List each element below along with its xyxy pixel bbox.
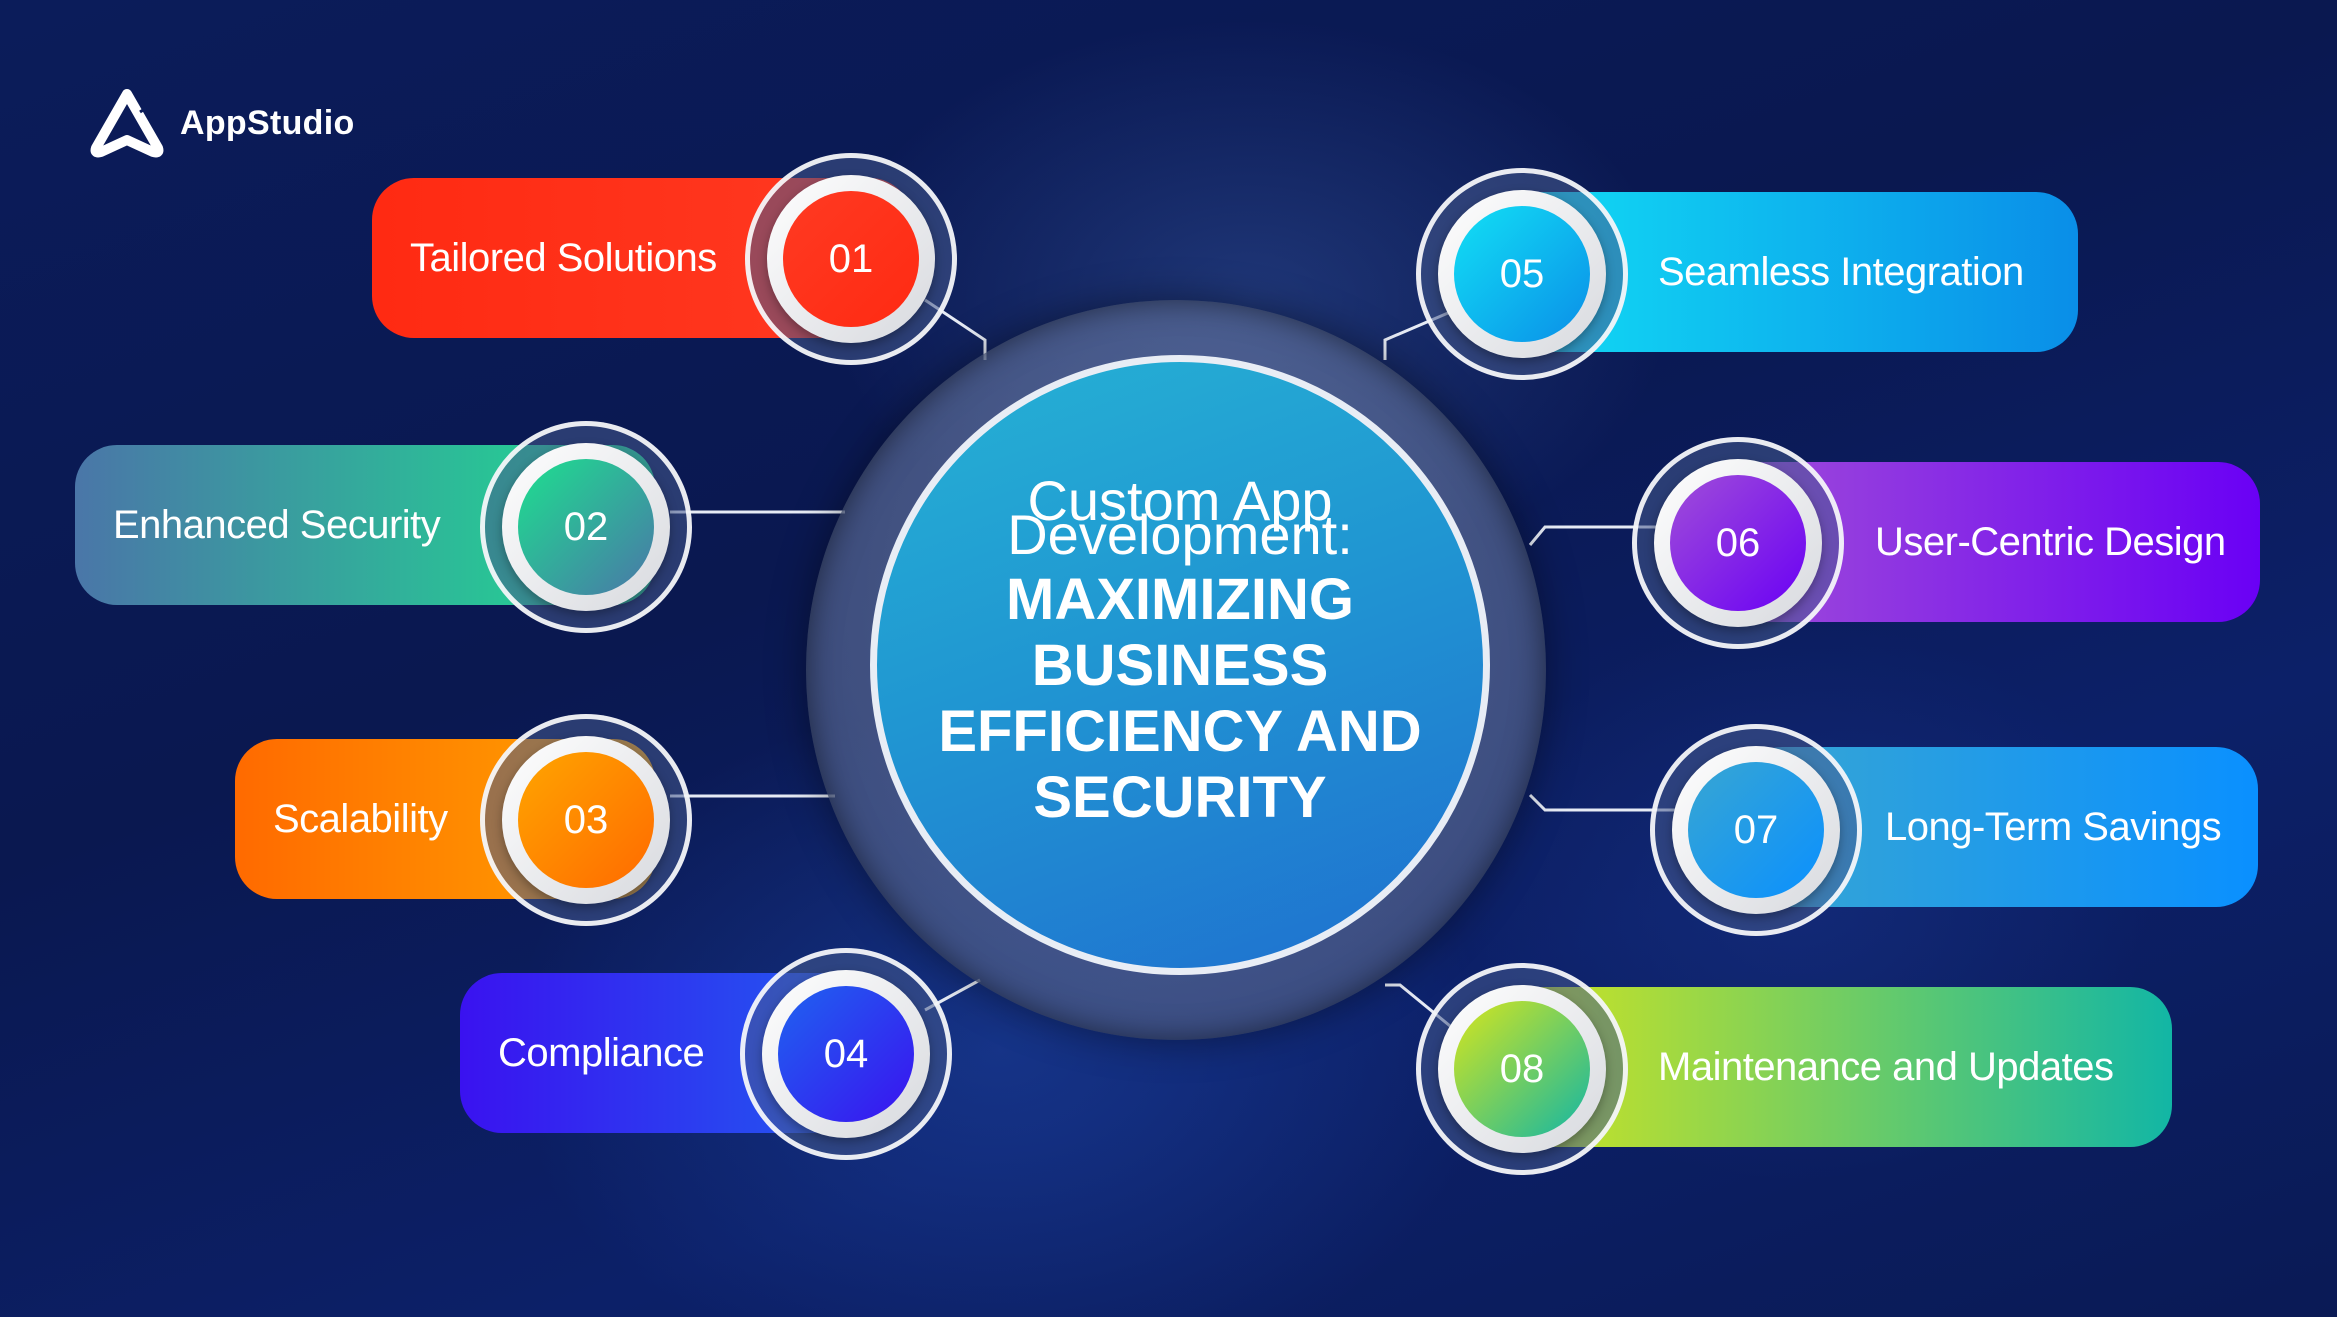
item-label: Scalability [273, 796, 448, 841]
item-label: Enhanced Security [113, 502, 441, 547]
hub-subtitle-line3: EFFICIENCY AND [938, 699, 1422, 764]
item-badge-08: 08 [1416, 963, 1628, 1175]
badge-number: 05 [1454, 206, 1590, 342]
badge-number: 07 [1688, 762, 1824, 898]
hub-title-line2: Development: [1007, 503, 1353, 566]
badge-number: 03 [518, 752, 654, 888]
hub-center: Custom App Development: MAXIMIZING BUSIN… [870, 355, 1490, 975]
badge-number: 06 [1670, 475, 1806, 611]
badge-number: 01 [783, 191, 919, 327]
badge-number: 08 [1454, 1001, 1590, 1137]
badge-number: 02 [518, 459, 654, 595]
hub-subtitle-line1: MAXIMIZING [1006, 567, 1354, 632]
item-badge-05: 05 [1416, 168, 1628, 380]
item-badge-01: 01 [745, 153, 957, 365]
item-badge-04: 04 [740, 948, 952, 1160]
item-badge-02: 02 [480, 421, 692, 633]
badge-number: 04 [778, 986, 914, 1122]
item-label: Compliance [498, 1030, 705, 1075]
item-badge-06: 06 [1632, 437, 1844, 649]
item-badge-03: 03 [480, 714, 692, 926]
item-label: Seamless Integration [1658, 249, 2024, 294]
hub-subtitle-line4: SECURITY [1033, 765, 1327, 830]
hub-subtitle-line2: BUSINESS [1031, 633, 1329, 698]
item-label: User-Centric Design [1875, 519, 2226, 564]
item-label: Long-Term Savings [1885, 804, 2222, 849]
item-label: Maintenance and Updates [1658, 1044, 2114, 1089]
item-badge-07: 07 [1650, 724, 1862, 936]
item-label: Tailored Solutions [410, 235, 717, 280]
